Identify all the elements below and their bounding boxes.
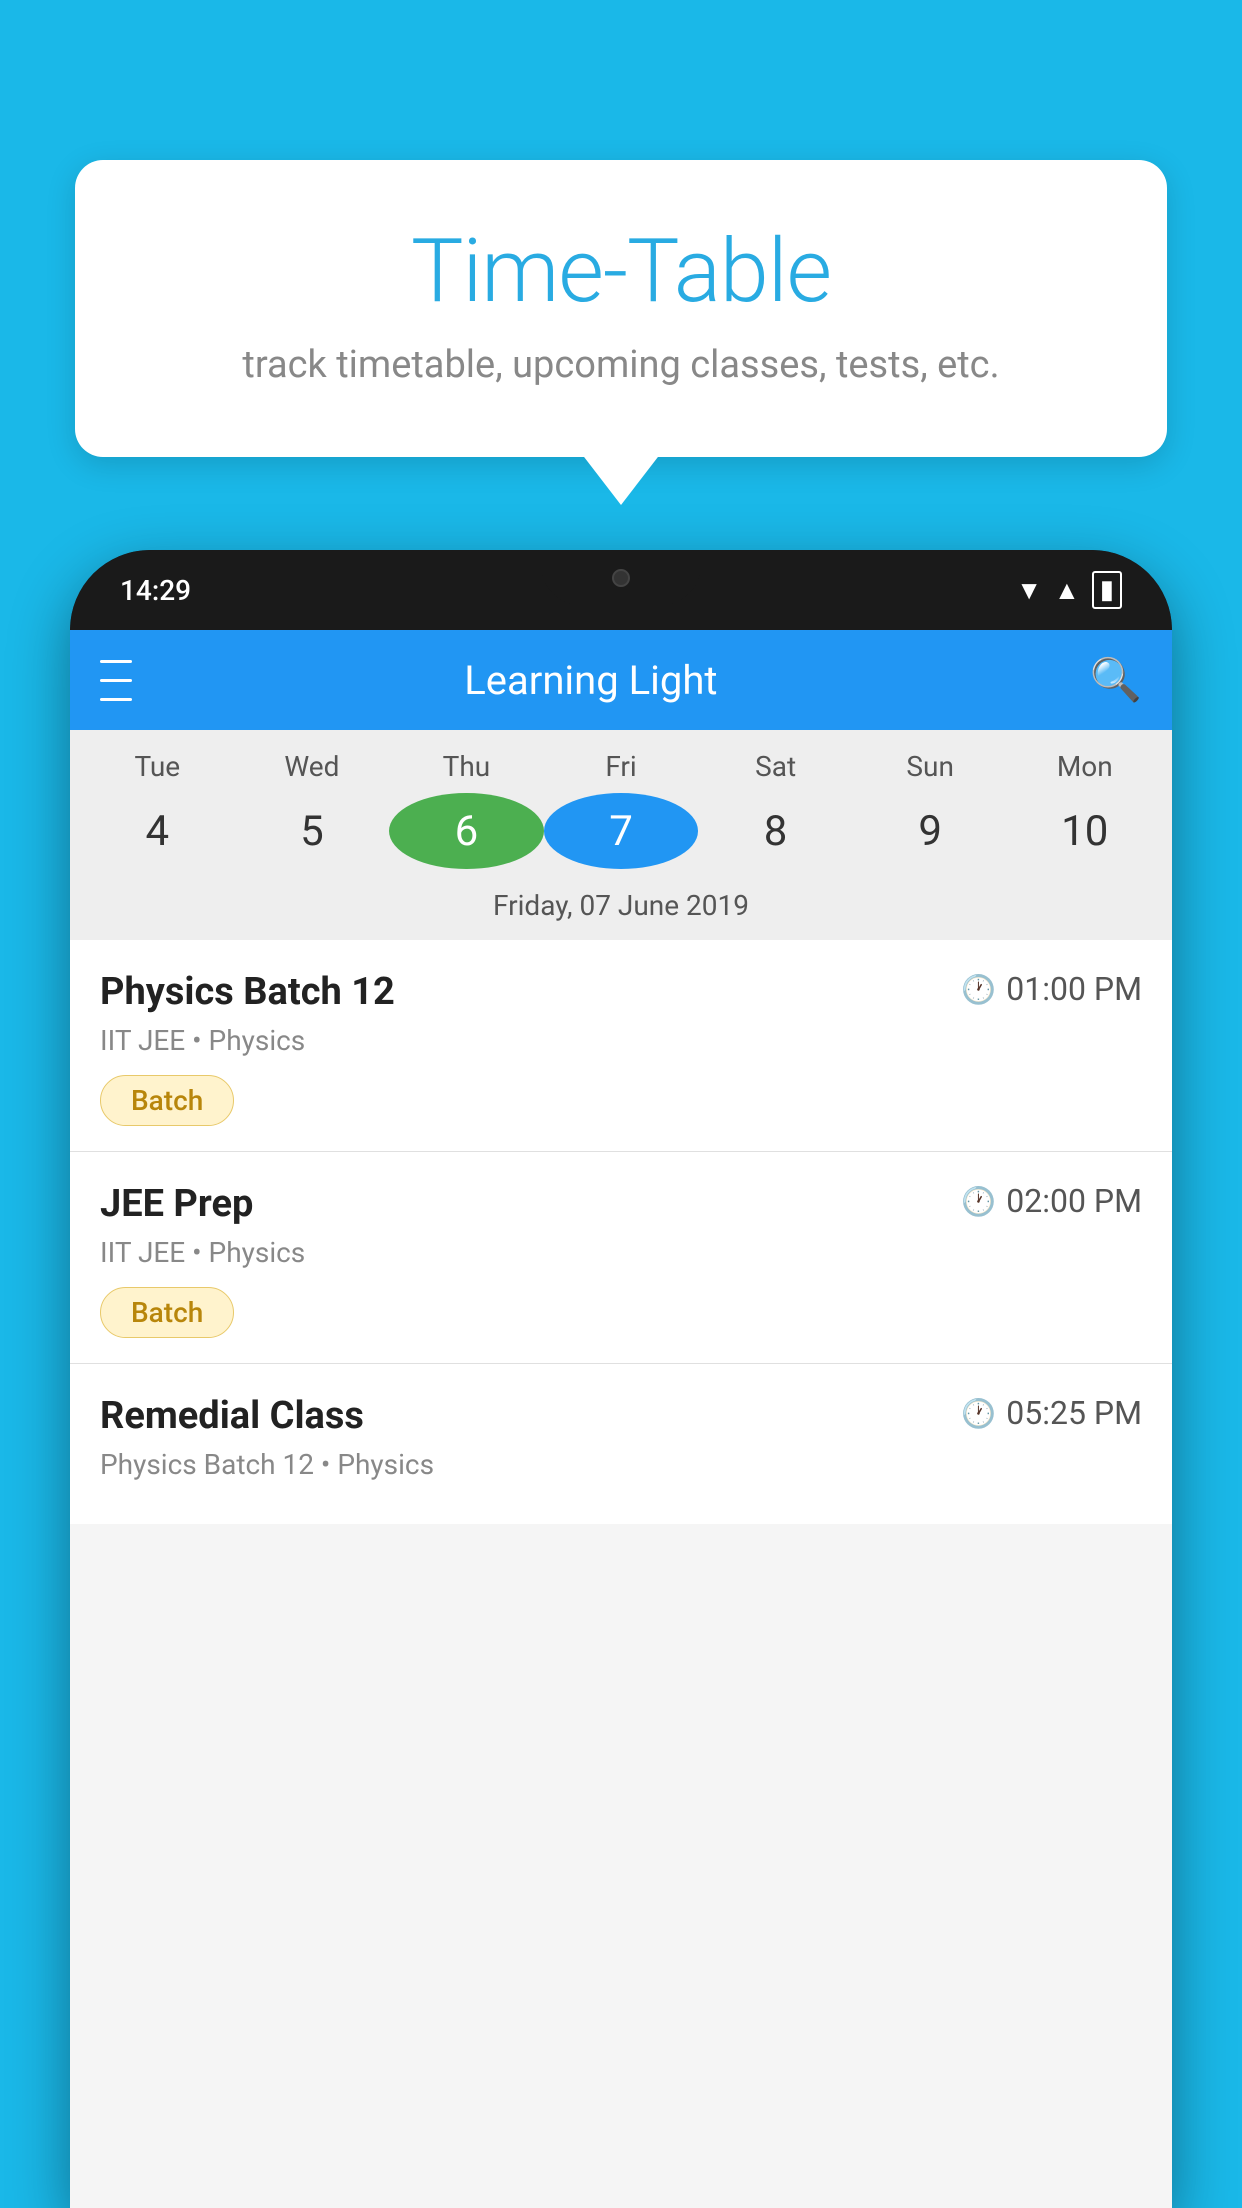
- clock-icon-2: 🕐: [961, 1185, 996, 1218]
- class-item-2[interactable]: JEE Prep 🕐 02:00 PM IIT JEE • Physics Ba…: [70, 1152, 1172, 1364]
- class-name-3: Remedial Class: [100, 1394, 364, 1438]
- day-name-fri: Fri: [544, 750, 699, 783]
- day-names-row: Tue Wed Thu Fri Sat Sun Mon: [70, 730, 1172, 788]
- tooltip-subtitle: track timetable, upcoming classes, tests…: [125, 343, 1117, 387]
- class-item-3-header: Remedial Class 🕐 05:25 PM: [100, 1394, 1142, 1438]
- class-item-1-header: Physics Batch 12 🕐 01:00 PM: [100, 970, 1142, 1014]
- camera-dot: [612, 569, 630, 587]
- day-name-mon: Mon: [1007, 750, 1162, 783]
- day-9[interactable]: 9: [853, 793, 1008, 869]
- app-title: Learning Light: [162, 657, 1020, 704]
- class-time-value-3: 05:25 PM: [1006, 1394, 1142, 1432]
- class-meta-3: Physics Batch 12 • Physics: [100, 1448, 1142, 1481]
- day-5[interactable]: 5: [235, 793, 390, 869]
- status-icons: ▼ ▲ ▮: [1016, 571, 1122, 609]
- wifi-icon: ▼: [1016, 575, 1042, 606]
- day-name-tue: Tue: [80, 750, 235, 783]
- class-list: Physics Batch 12 🕐 01:00 PM IIT JEE • Ph…: [70, 940, 1172, 1524]
- batch-badge-2: Batch: [100, 1287, 234, 1338]
- class-item-2-header: JEE Prep 🕐 02:00 PM: [100, 1182, 1142, 1226]
- status-bar: 14:29 ▼ ▲ ▮: [70, 550, 1172, 630]
- clock-icon-3: 🕐: [961, 1397, 996, 1430]
- battery-icon: ▮: [1092, 571, 1122, 609]
- hamburger-line-1: [100, 660, 132, 663]
- signal-icon: ▲: [1054, 575, 1080, 606]
- day-10[interactable]: 10: [1007, 793, 1162, 869]
- class-time-value-2: 02:00 PM: [1006, 1182, 1142, 1220]
- status-time: 14:29: [120, 574, 191, 607]
- class-name-2: JEE Prep: [100, 1182, 253, 1226]
- batch-badge-1: Batch: [100, 1075, 234, 1126]
- class-name-1: Physics Batch 12: [100, 970, 395, 1014]
- day-name-sun: Sun: [853, 750, 1008, 783]
- search-button[interactable]: 🔍: [1090, 656, 1142, 705]
- day-8[interactable]: 8: [698, 793, 853, 869]
- clock-icon-1: 🕐: [961, 973, 996, 1006]
- notch: [541, 550, 701, 605]
- class-item-3[interactable]: Remedial Class 🕐 05:25 PM Physics Batch …: [70, 1364, 1172, 1524]
- app-header: Learning Light 🔍: [70, 630, 1172, 730]
- day-7-selected[interactable]: 7: [544, 793, 699, 869]
- day-name-thu: Thu: [389, 750, 544, 783]
- class-time-value-1: 01:00 PM: [1006, 970, 1142, 1008]
- hamburger-line-3: [100, 698, 132, 701]
- calendar-week: Tue Wed Thu Fri Sat Sun Mon 4 5 6 7 8 9 …: [70, 730, 1172, 940]
- class-meta-1: IIT JEE • Physics: [100, 1024, 1142, 1057]
- day-6-today[interactable]: 6: [389, 793, 544, 869]
- day-4[interactable]: 4: [80, 793, 235, 869]
- tooltip-title: Time-Table: [125, 220, 1117, 323]
- tooltip-card: Time-Table track timetable, upcoming cla…: [75, 160, 1167, 457]
- hamburger-line-2: [100, 679, 132, 682]
- class-item-1[interactable]: Physics Batch 12 🕐 01:00 PM IIT JEE • Ph…: [70, 940, 1172, 1152]
- phone-frame: 14:29 ▼ ▲ ▮ Learning Light 🔍 Tue Wed: [70, 550, 1172, 2208]
- class-time-2: 🕐 02:00 PM: [961, 1182, 1142, 1220]
- class-time-1: 🕐 01:00 PM: [961, 970, 1142, 1008]
- class-time-3: 🕐 05:25 PM: [961, 1394, 1142, 1432]
- day-name-sat: Sat: [698, 750, 853, 783]
- day-name-wed: Wed: [235, 750, 390, 783]
- selected-date-label: Friday, 07 June 2019: [70, 889, 1172, 940]
- menu-button[interactable]: [100, 655, 132, 706]
- class-meta-2: IIT JEE • Physics: [100, 1236, 1142, 1269]
- day-numbers-row: 4 5 6 7 8 9 10: [70, 788, 1172, 889]
- phone-screen: Learning Light 🔍 Tue Wed Thu Fri Sat Sun…: [70, 630, 1172, 2208]
